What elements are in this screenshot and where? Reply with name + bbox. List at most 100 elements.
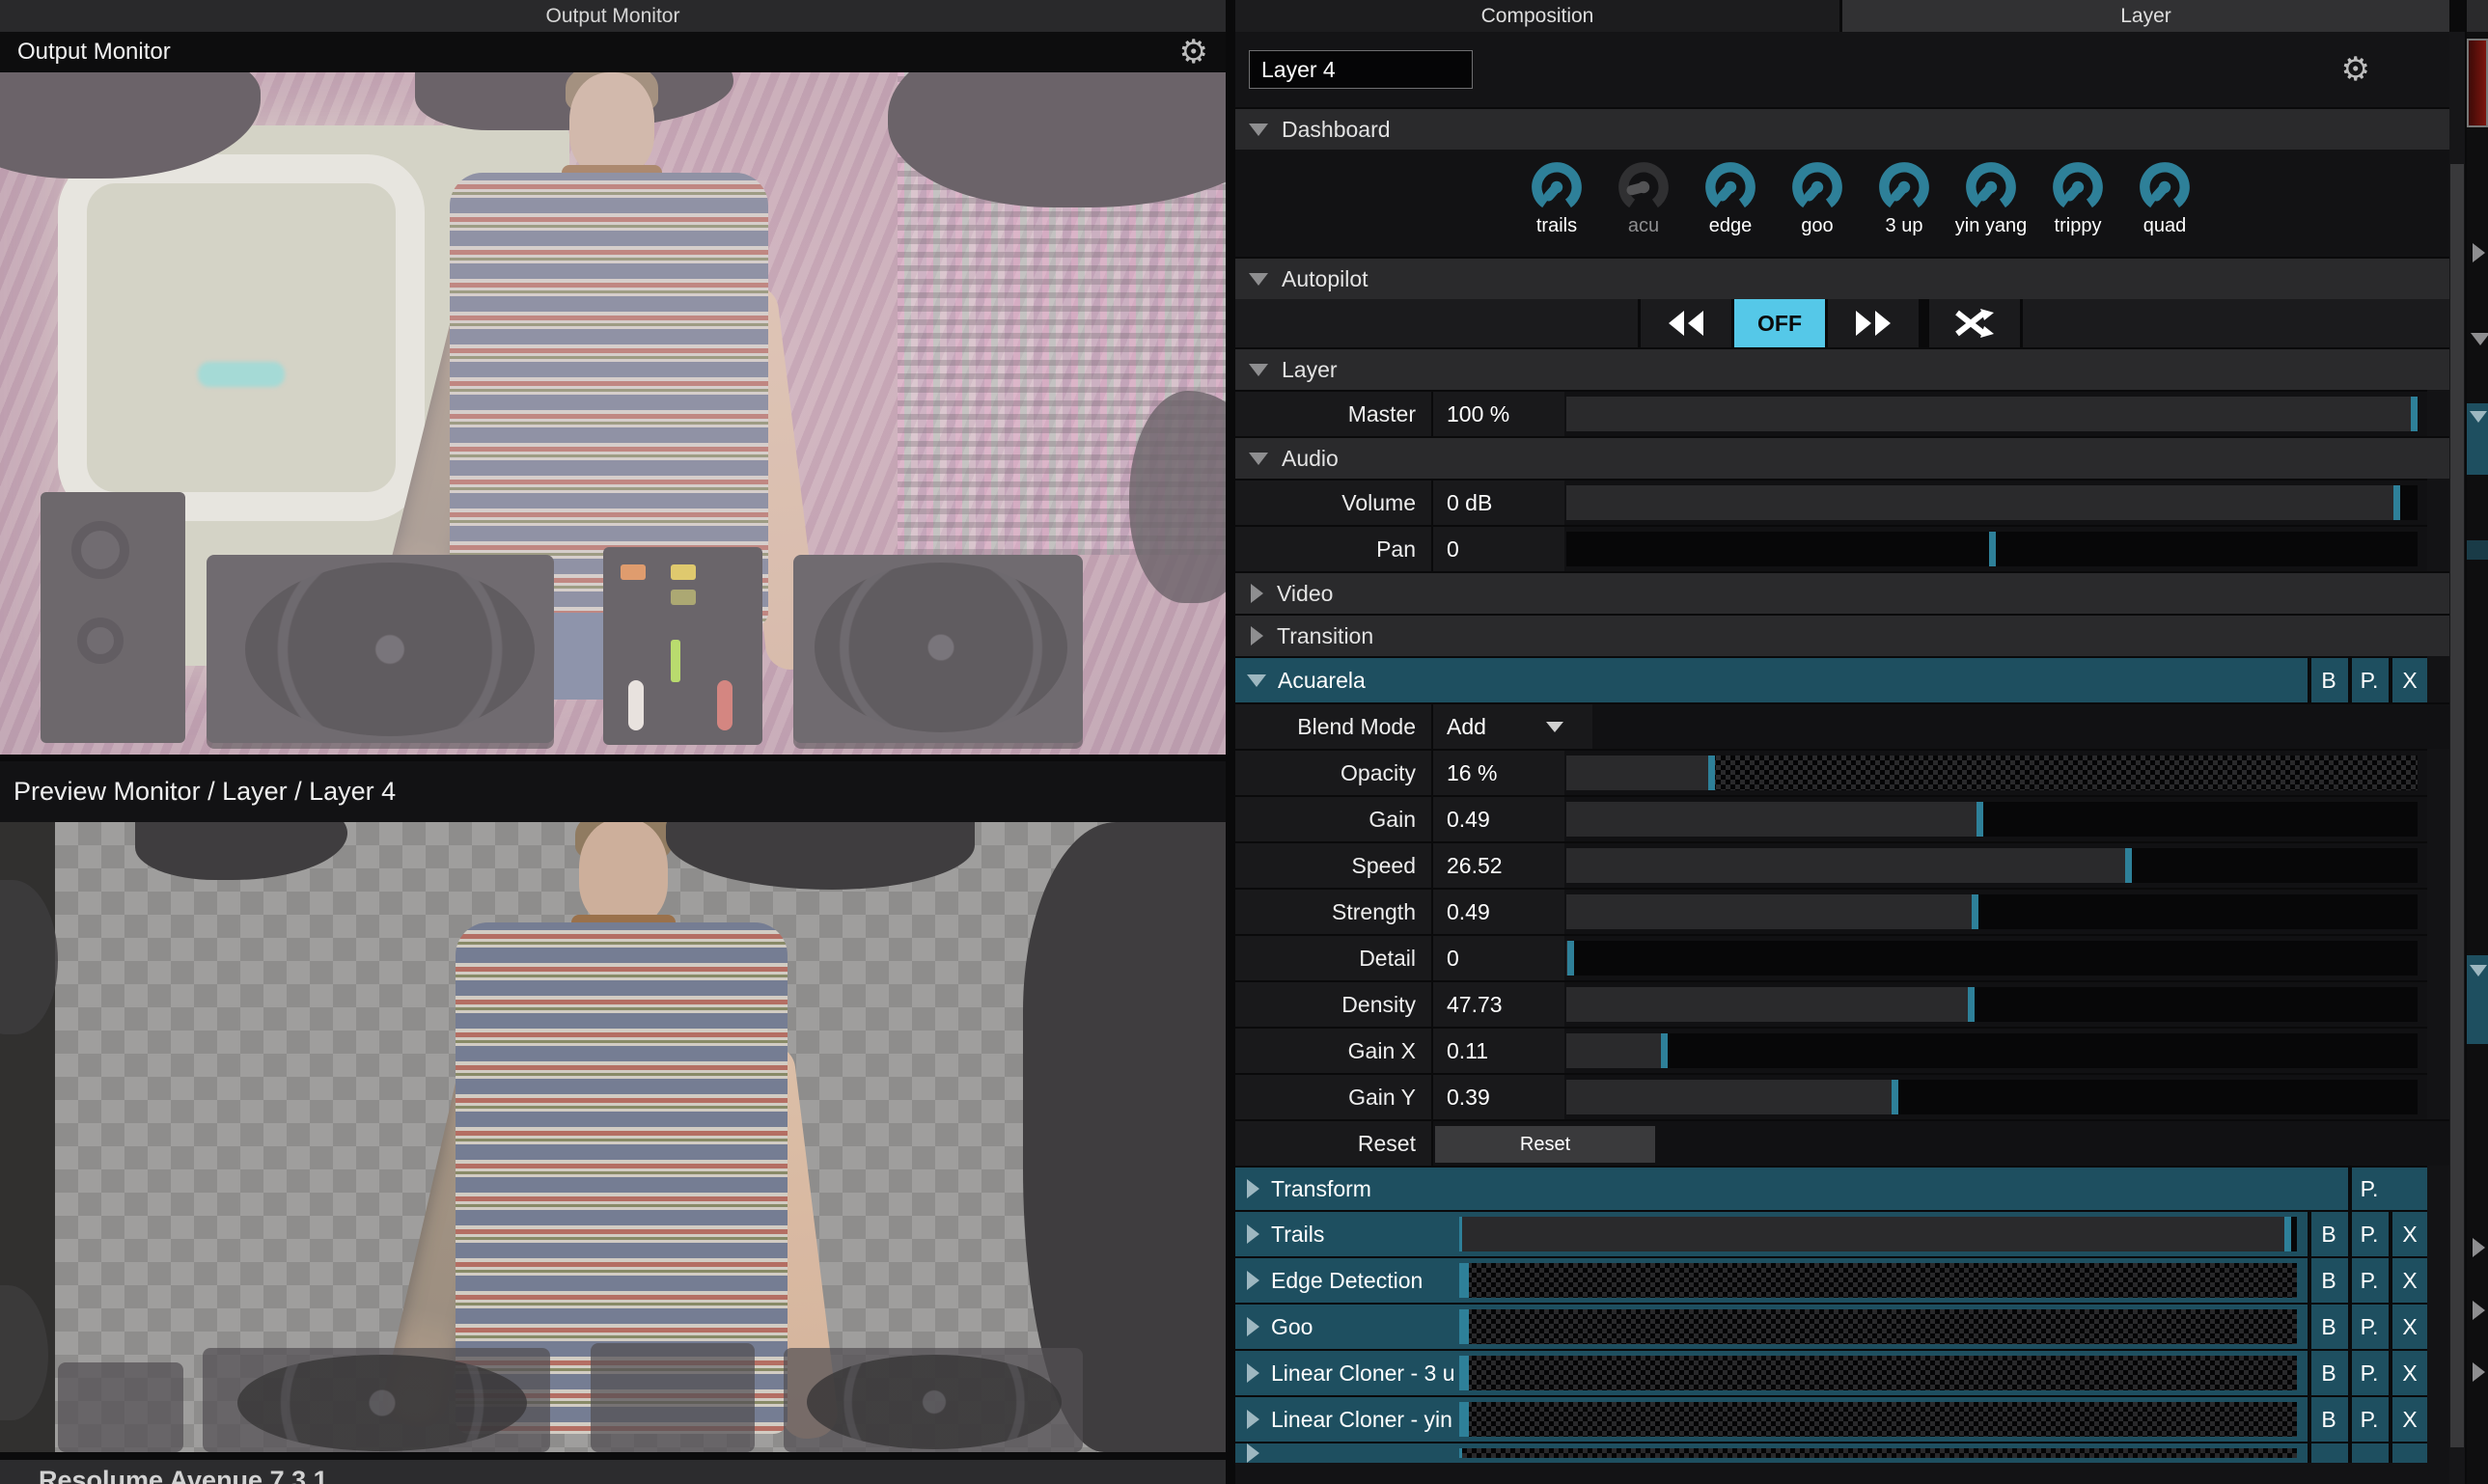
- slider-handle[interactable]: [2411, 397, 2418, 431]
- params-button[interactable]: P.: [2348, 1305, 2387, 1349]
- effect-row-trails[interactable]: TrailsBP.X: [1235, 1210, 2427, 1256]
- effect-opacity-slider[interactable]: [1459, 1217, 2297, 1251]
- autopilot-random-button[interactable]: [1929, 299, 2023, 347]
- dashboard-knob-yin-yang[interactable]: yin yang: [1948, 157, 2034, 237]
- bypass-button[interactable]: B: [2308, 658, 2346, 702]
- remove-effect-button[interactable]: X: [2389, 1397, 2427, 1442]
- param-value[interactable]: 0.11: [1433, 1029, 1564, 1073]
- section-layer[interactable]: Layer: [1235, 347, 2449, 390]
- bypass-button[interactable]: B: [2308, 1212, 2346, 1256]
- slider-handle[interactable]: [1462, 1309, 1469, 1344]
- effect-opacity-slider[interactable]: [1459, 1356, 2297, 1390]
- params-button[interactable]: P.: [2348, 1351, 2387, 1395]
- remove-effect-button[interactable]: X: [2389, 1258, 2427, 1303]
- bypass-button[interactable]: B: [2308, 1258, 2346, 1303]
- param-slider[interactable]: [1566, 485, 2418, 520]
- param-value[interactable]: 0 dB: [1433, 481, 1564, 525]
- param-value[interactable]: 0.49: [1433, 890, 1564, 934]
- effect-row-goo[interactable]: GooBP.X: [1235, 1303, 2427, 1349]
- param-value[interactable]: 100 %: [1433, 392, 1564, 436]
- param-slider[interactable]: [1566, 802, 2418, 837]
- layer-gear-icon[interactable]: ⚙: [2341, 53, 2370, 86]
- bypass-button[interactable]: B: [2308, 1397, 2346, 1442]
- section-dashboard[interactable]: Dashboard: [1235, 107, 2449, 150]
- remove-effect-button[interactable]: X: [2389, 1351, 2427, 1395]
- section-video[interactable]: Video: [1235, 571, 2449, 614]
- param-value[interactable]: 0: [1433, 527, 1564, 571]
- param-value[interactable]: 0.39: [1433, 1075, 1564, 1119]
- clip-thumbnail-partial[interactable]: [2467, 39, 2488, 127]
- autopilot-next-button[interactable]: [1828, 299, 1921, 347]
- effect-header-acuarela[interactable]: Acuarela B P. X: [1235, 656, 2427, 702]
- slider-handle[interactable]: [2284, 1217, 2291, 1251]
- param-value[interactable]: 0.49: [1433, 797, 1564, 841]
- params-button[interactable]: P.: [2348, 1397, 2387, 1442]
- slider-handle[interactable]: [1968, 987, 1975, 1022]
- slider-handle[interactable]: [2125, 848, 2132, 883]
- section-transform[interactable]: Transform P.: [1235, 1166, 2427, 1210]
- slider-handle[interactable]: [1989, 532, 1996, 566]
- autopilot-off-button[interactable]: OFF: [1734, 299, 1828, 347]
- tab-composition[interactable]: Composition: [1235, 0, 1842, 32]
- section-autopilot[interactable]: Autopilot: [1235, 257, 2449, 299]
- effect-row-partial[interactable]: [1235, 1442, 2427, 1463]
- layer-toolbar: ⚙: [1235, 32, 2449, 107]
- dashboard-knob-quad[interactable]: quad: [2121, 157, 2208, 237]
- slider-handle[interactable]: [1892, 1080, 1898, 1114]
- param-slider[interactable]: [1566, 532, 2418, 566]
- tab-layer[interactable]: Layer: [1842, 0, 2449, 32]
- param-slider[interactable]: [1566, 941, 2418, 976]
- effect-row-edge-detection[interactable]: Edge DetectionBP.X: [1235, 1256, 2427, 1303]
- param-slider[interactable]: [1566, 756, 2418, 790]
- param-value[interactable]: 26.52: [1433, 843, 1564, 888]
- slider-handle[interactable]: [1462, 1356, 1469, 1390]
- slider-handle[interactable]: [1977, 802, 1983, 837]
- effect-row-linear-cloner-3-u[interactable]: Linear Cloner - 3 uBP.X: [1235, 1349, 2427, 1395]
- dashboard-knob-goo[interactable]: goo: [1774, 157, 1861, 237]
- effect-opacity-slider[interactable]: [1459, 1309, 2297, 1344]
- remove-effect-button[interactable]: X: [2389, 658, 2427, 702]
- param-value[interactable]: 0: [1433, 936, 1564, 980]
- dashboard-knob-acu[interactable]: acu: [1600, 157, 1687, 237]
- scrollbar-thumb[interactable]: [2450, 164, 2464, 1447]
- slider-handle[interactable]: [2393, 485, 2400, 520]
- section-transition[interactable]: Transition: [1235, 614, 2449, 656]
- effect-opacity-slider[interactable]: [1459, 1402, 2297, 1437]
- scrollbar[interactable]: [2449, 32, 2465, 1484]
- param-slider[interactable]: [1566, 987, 2418, 1022]
- params-button[interactable]: P.: [2348, 1212, 2387, 1256]
- params-button[interactable]: P.: [2348, 1258, 2387, 1303]
- param-slider[interactable]: [1566, 848, 2418, 883]
- params-button[interactable]: P.: [2348, 1168, 2387, 1210]
- params-button[interactable]: P.: [2348, 658, 2387, 702]
- param-slider[interactable]: [1566, 1033, 2418, 1068]
- autopilot-previous-button[interactable]: [1641, 299, 1734, 347]
- effect-row-linear-cloner-yin[interactable]: Linear Cloner - yinBP.X: [1235, 1395, 2427, 1442]
- slider-handle[interactable]: [1708, 756, 1715, 790]
- tab-output-monitor[interactable]: Output Monitor: [0, 0, 1226, 32]
- slider-handle[interactable]: [1567, 941, 1574, 976]
- remove-effect-button[interactable]: X: [2389, 1305, 2427, 1349]
- dashboard-knob-edge[interactable]: edge: [1687, 157, 1774, 237]
- remove-effect-button[interactable]: X: [2389, 1212, 2427, 1256]
- param-slider[interactable]: [1566, 894, 2418, 929]
- slider-handle[interactable]: [1661, 1033, 1668, 1068]
- bypass-button[interactable]: B: [2308, 1305, 2346, 1349]
- gear-icon[interactable]: ⚙: [1179, 36, 1208, 69]
- param-value[interactable]: 47.73: [1433, 982, 1564, 1027]
- dashboard-knob-trippy[interactable]: trippy: [2034, 157, 2121, 237]
- reset-button[interactable]: Reset: [1435, 1126, 1655, 1163]
- blend-mode-select[interactable]: Add: [1433, 704, 1592, 749]
- param-slider[interactable]: [1566, 1080, 2418, 1114]
- param-slider[interactable]: [1566, 397, 2418, 431]
- effect-opacity-slider[interactable]: [1459, 1263, 2297, 1298]
- layer-name-input[interactable]: [1249, 50, 1473, 89]
- slider-handle[interactable]: [1462, 1263, 1469, 1298]
- dashboard-knob-3-up[interactable]: 3 up: [1861, 157, 1948, 237]
- section-audio[interactable]: Audio: [1235, 436, 2449, 479]
- slider-handle[interactable]: [1462, 1402, 1469, 1437]
- param-value[interactable]: 16 %: [1433, 751, 1564, 795]
- slider-handle[interactable]: [1972, 894, 1978, 929]
- bypass-button[interactable]: B: [2308, 1351, 2346, 1395]
- dashboard-knob-trails[interactable]: trails: [1513, 157, 1600, 237]
